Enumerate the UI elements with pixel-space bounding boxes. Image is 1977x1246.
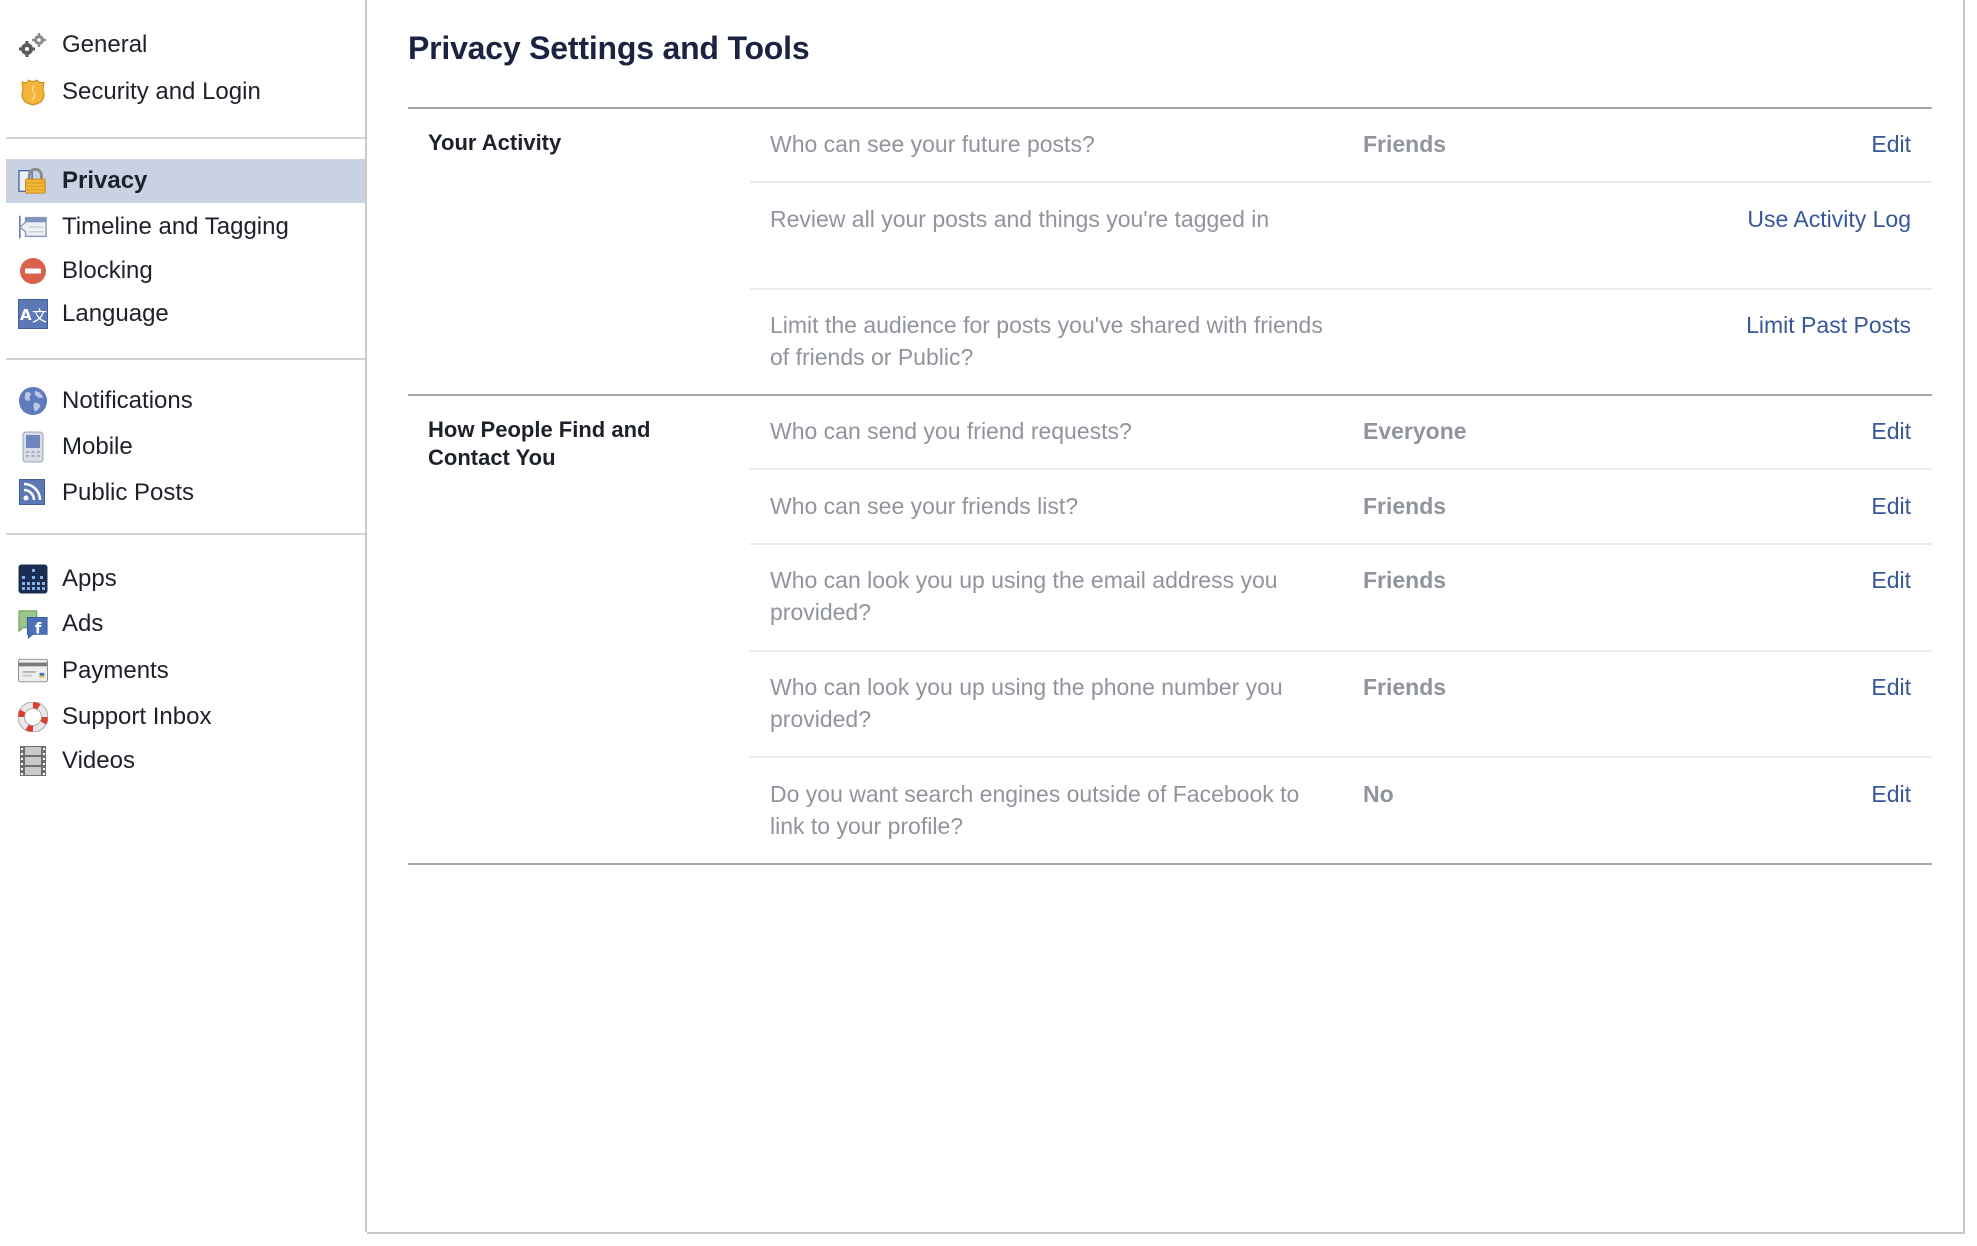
setting-question: Who can send you friend requests? — [770, 418, 1132, 444]
lifebuoy-icon — [18, 702, 48, 732]
setting-value: No — [1363, 781, 1394, 807]
sidebar-item-blocking[interactable]: Blocking — [6, 249, 365, 293]
sidebar-item-public-posts[interactable]: Public Posts — [6, 471, 365, 515]
rss-icon — [18, 479, 48, 507]
gears-icon — [18, 31, 48, 59]
globe-icon — [18, 386, 48, 416]
setting-value: Friends — [1363, 131, 1447, 157]
section-divider — [408, 394, 1932, 396]
sidebar-item-payments[interactable]: Payments — [6, 649, 365, 693]
row-divider — [750, 543, 1932, 545]
edit-friend-requests-link[interactable]: Edit — [1871, 415, 1911, 447]
setting-value: Friends — [1363, 674, 1447, 700]
setting-value: Friends — [1363, 493, 1447, 519]
setting-question: Do you want search engines outside of Fa… — [770, 781, 1300, 839]
setting-question: Who can see your friends list? — [770, 493, 1079, 519]
setting-question: Who can look you up using the email addr… — [770, 567, 1278, 625]
sidebar-item-label: Support Inbox — [62, 703, 212, 730]
sidebar-item-mobile[interactable]: Mobile — [6, 425, 365, 469]
sidebar-item-label: Privacy — [62, 167, 148, 194]
sidebar-divider — [6, 358, 365, 360]
sidebar-item-videos[interactable]: Videos — [6, 739, 365, 783]
section-label-your-activity: Your Activity — [428, 130, 562, 155]
sidebar-item-ads[interactable]: f Ads — [6, 602, 365, 646]
svg-text:f: f — [35, 619, 42, 637]
sidebar-item-support-inbox[interactable]: Support Inbox — [6, 695, 365, 739]
row-divider — [750, 468, 1932, 470]
use-activity-log-link[interactable]: Use Activity Log — [1747, 203, 1911, 235]
blocking-icon — [18, 257, 48, 285]
limit-past-posts-link[interactable]: Limit Past Posts — [1746, 309, 1911, 341]
sidebar-item-language[interactable]: A 文 Language — [6, 292, 365, 336]
mobile-phone-icon — [18, 431, 48, 463]
edit-future-posts-link[interactable]: Edit — [1871, 128, 1911, 160]
apps-icon — [18, 564, 48, 594]
sidebar-item-label: Timeline and Tagging — [62, 213, 289, 240]
setting-question: Review all your posts and things you're … — [770, 206, 1270, 232]
edit-phone-lookup-link[interactable]: Edit — [1871, 671, 1911, 703]
sidebar-item-general[interactable]: General — [6, 23, 365, 67]
sidebar-divider — [6, 137, 365, 139]
section-label-how-people-find-you: How People Find and Contact You — [428, 417, 651, 470]
sidebar-item-privacy[interactable]: Privacy — [6, 159, 365, 203]
row-divider — [750, 288, 1932, 290]
sidebar-item-timeline-and-tagging[interactable]: Timeline and Tagging — [6, 205, 365, 249]
film-strip-icon — [18, 746, 48, 776]
sidebar-item-label: Notifications — [62, 387, 193, 414]
sidebar-divider — [6, 533, 365, 535]
sidebar-item-label: General — [62, 31, 148, 58]
svg-text:A: A — [20, 306, 32, 324]
edit-email-lookup-link[interactable]: Edit — [1871, 564, 1911, 596]
edit-friends-list-link[interactable]: Edit — [1871, 490, 1911, 522]
padlock-icon — [18, 167, 48, 195]
sidebar-item-label: Ads — [62, 610, 104, 637]
row-divider — [750, 650, 1932, 652]
sidebar-item-label: Mobile — [62, 433, 133, 460]
setting-value: Friends — [1363, 567, 1447, 593]
svg-text:文: 文 — [32, 307, 47, 325]
sidebar-item-label: Payments — [62, 657, 169, 684]
setting-question: Who can see your future posts? — [770, 131, 1095, 157]
section-divider — [408, 863, 1932, 865]
setting-question: Who can look you up using the phone numb… — [770, 674, 1283, 732]
sidebar-item-label: Language — [62, 300, 169, 327]
setting-value: Everyone — [1363, 418, 1467, 444]
credit-card-icon — [18, 657, 48, 685]
section-divider — [408, 107, 1932, 109]
ads-icon: f — [18, 610, 48, 640]
sidebar-item-label: Apps — [62, 565, 117, 592]
row-divider — [750, 756, 1932, 758]
privacy-settings-panel: Privacy Settings and Tools Your Activity… — [367, 0, 1965, 1234]
language-icon: A 文 — [18, 299, 48, 329]
sidebar-item-notifications[interactable]: Notifications — [6, 379, 365, 423]
sidebar-item-label: Security and Login — [62, 78, 261, 105]
row-divider — [750, 181, 1932, 183]
edit-search-engines-link[interactable]: Edit — [1871, 778, 1911, 810]
sidebar-item-apps[interactable]: Apps — [6, 557, 365, 601]
setting-question: Limit the audience for posts you've shar… — [770, 312, 1323, 370]
shield-badge-icon — [18, 78, 48, 106]
sidebar-item-label: Blocking — [62, 257, 153, 284]
page-title: Privacy Settings and Tools — [408, 30, 810, 66]
sidebar-item-label: Videos — [62, 747, 135, 774]
sidebar-item-label: Public Posts — [62, 479, 195, 506]
sidebar-item-security-and-login[interactable]: Security and Login — [6, 70, 365, 114]
timeline-icon — [18, 213, 48, 241]
settings-sidebar: General Security and Login Privacy Timel… — [0, 0, 367, 1232]
